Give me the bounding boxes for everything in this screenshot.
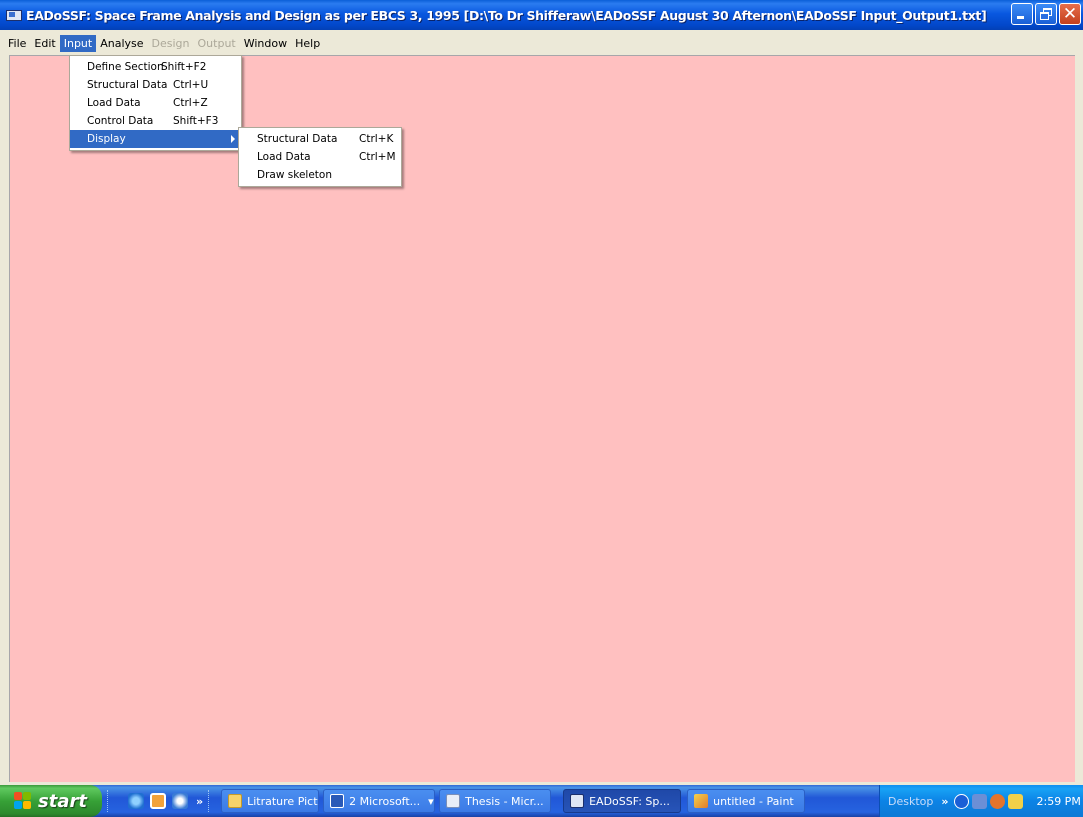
submenu-item-structural-data[interactable]: Structural Data Ctrl+K <box>239 130 401 148</box>
network-icon[interactable] <box>972 793 988 809</box>
show-hidden-icons-icon[interactable] <box>954 793 970 809</box>
menu-output: Output <box>197 36 236 50</box>
app-icon <box>570 794 585 808</box>
task-label: Litrature Pict... <box>247 794 318 808</box>
close-button[interactable]: ✕ <box>1059 3 1081 25</box>
menu-item-shortcut: Shift+F2 <box>161 61 207 73</box>
media-player-icon[interactable] <box>172 793 188 809</box>
antivirus-icon[interactable] <box>1008 793 1024 809</box>
task-button-litrature[interactable]: Litrature Pict... <box>221 789 320 813</box>
menu-item-shortcut: Ctrl+M <box>359 151 396 163</box>
menu-window[interactable]: Window <box>240 35 291 52</box>
menu-item-shortcut: Ctrl+Z <box>173 97 208 109</box>
menu-item-shortcut: Shift+F3 <box>173 115 219 127</box>
minimize-button[interactable] <box>1011 3 1033 25</box>
minimize-icon <box>1017 16 1024 19</box>
window-controls: ✕ <box>1011 3 1081 25</box>
menu-file[interactable]: File <box>4 35 30 52</box>
menu-item-shortcut: Ctrl+K <box>359 133 394 145</box>
task-label: 2 Microsoft... <box>349 794 421 808</box>
desktop-toolbar-label[interactable]: Desktop <box>888 795 933 808</box>
paint-icon <box>694 794 709 808</box>
security-icon[interactable] <box>990 793 1006 809</box>
menu-analyse[interactable]: Analyse <box>96 35 147 52</box>
task-button-microsoft-group[interactable]: 2 Microsoft... ▾ <box>323 789 436 813</box>
menu-item-label: Structural Data <box>257 133 338 145</box>
task-button-thesis[interactable]: Thesis - Micr... <box>439 789 552 813</box>
task-label: Thesis - Micr... <box>465 794 544 808</box>
taskbar-separator <box>208 790 210 812</box>
internet-explorer-icon[interactable] <box>128 793 144 809</box>
start-button[interactable]: start <box>0 785 102 817</box>
task-button-paint[interactable]: untitled - Paint <box>687 789 806 813</box>
window-frame <box>0 30 9 782</box>
menu-design: Design <box>151 36 190 50</box>
menu-item-label: Structural Data <box>87 79 168 91</box>
windows-logo-icon <box>14 792 32 810</box>
input-menu-dropdown: Define Section Shift+F2 Structural Data … <box>69 55 242 151</box>
tray-chevron-icon[interactable]: » <box>941 795 948 808</box>
close-icon: ✕ <box>1062 4 1078 24</box>
word-icon <box>330 794 345 808</box>
quick-launch-chevron-icon[interactable]: » <box>196 795 203 808</box>
group-dropdown-icon: ▾ <box>428 794 434 808</box>
title-bar[interactable]: EADoSSF: Space Frame Analysis and Design… <box>0 0 1083 30</box>
menu-edit[interactable]: Edit <box>30 35 59 52</box>
menu-item-label: Display <box>87 133 126 145</box>
menu-item-label: Load Data <box>257 151 311 163</box>
quick-launch: » <box>128 793 203 809</box>
menu-item-load-data[interactable]: Load Data Ctrl+Z <box>70 94 241 112</box>
restore-button[interactable] <box>1035 3 1057 25</box>
menu-item-label: Control Data <box>87 115 154 127</box>
menu-item-structural-data[interactable]: Structural Data Ctrl+U <box>70 76 241 94</box>
folder-icon <box>228 794 243 808</box>
clock[interactable]: 2:59 PM <box>1036 795 1080 808</box>
submenu-item-draw-skeleton[interactable]: Draw skeleton <box>239 166 401 184</box>
window-title: EADoSSF: Space Frame Analysis and Design… <box>26 7 987 23</box>
task-button-eadossf[interactable]: EADoSSF: Sp... <box>563 789 682 813</box>
outlook-icon[interactable] <box>150 793 166 809</box>
app-icon[interactable] <box>5 7 22 23</box>
taskbar-separator <box>107 790 109 812</box>
task-label: untitled - Paint <box>713 794 794 808</box>
menu-item-label: Draw skeleton <box>257 169 332 181</box>
menu-item-label: Load Data <box>87 97 141 109</box>
document-icon <box>446 794 461 808</box>
system-tray: Desktop » 2:59 PM <box>879 785 1083 817</box>
menu-item-control-data[interactable]: Control Data Shift+F3 <box>70 112 241 130</box>
menu-item-define-section[interactable]: Define Section Shift+F2 <box>70 58 241 76</box>
menu-item-shortcut: Ctrl+U <box>173 79 209 91</box>
start-label: start <box>38 790 87 812</box>
task-label: EADoSSF: Sp... <box>589 794 670 808</box>
menu-item-label: Define Section <box>87 61 164 73</box>
menu-help[interactable]: Help <box>291 35 324 52</box>
menu-item-display[interactable]: Display <box>70 130 241 148</box>
mdi-client-area <box>9 55 1075 782</box>
taskbar: start » Litrature Pict... 2 Microsoft...… <box>0 785 1083 817</box>
menu-bar: File Edit Input Analyse Design Output Wi… <box>0 33 1083 53</box>
menu-input[interactable]: Input <box>59 34 97 52</box>
display-submenu: Structural Data Ctrl+K Load Data Ctrl+M … <box>238 127 402 187</box>
submenu-arrow-icon <box>231 135 235 143</box>
submenu-item-load-data[interactable]: Load Data Ctrl+M <box>239 148 401 166</box>
